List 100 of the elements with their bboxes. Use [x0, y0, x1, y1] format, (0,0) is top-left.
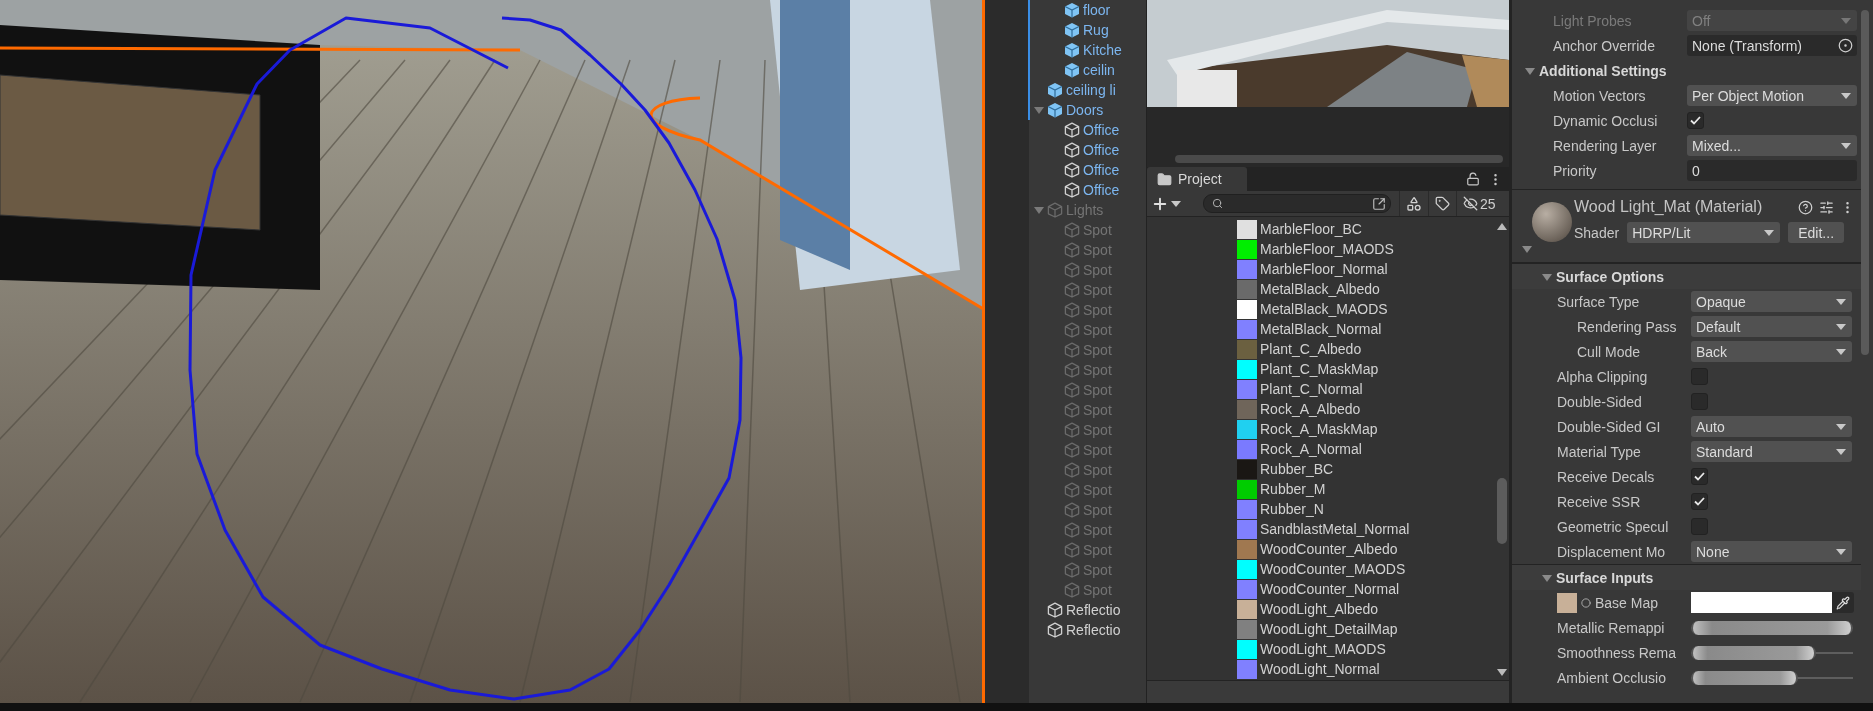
texture-thumbnail[interactable] [1557, 592, 1577, 613]
caret-icon [1841, 142, 1851, 149]
eyedropper-button[interactable] [1832, 592, 1854, 613]
cube-outline-icon [1047, 202, 1063, 218]
cube-outline-icon [1064, 482, 1080, 498]
asset-item[interactable]: WoodCounter_MAODS [1237, 559, 1495, 579]
asset-item[interactable]: WoodLight_DetailMap [1237, 619, 1495, 639]
asset-item[interactable]: MarbleFloor_Normal [1237, 259, 1495, 279]
edit-button[interactable]: Edit... [1788, 222, 1845, 243]
asset-item[interactable]: WoodCounter_Normal [1237, 579, 1495, 599]
dropdown[interactable]: Auto [1691, 416, 1852, 437]
cube-icon [1047, 82, 1063, 98]
cube-outline-icon [1064, 222, 1080, 238]
section-title[interactable]: Surface Inputs [1556, 569, 1654, 586]
dropdown[interactable]: Back [1691, 341, 1852, 362]
dropdown[interactable]: None [1691, 541, 1852, 562]
asset-item[interactable]: Rock_A_Normal [1237, 439, 1495, 459]
asset-item[interactable]: Plant_C_MaskMap [1237, 359, 1495, 379]
expand-icon[interactable] [1372, 196, 1386, 211]
asset-item[interactable]: SandblastMetal_Normal [1237, 519, 1495, 539]
asset-item[interactable]: WoodLight_MAODS [1237, 639, 1495, 659]
object-field[interactable]: None (Transform) [1687, 35, 1857, 56]
slider-fill[interactable] [1691, 645, 1816, 660]
checkbox[interactable] [1687, 112, 1704, 129]
asset-item[interactable]: WoodLight_Albedo [1237, 599, 1495, 619]
hierarchy-item[interactable]: Office [985, 160, 1146, 180]
hidden-packages-button[interactable]: 25 [1456, 191, 1502, 216]
checkbox[interactable] [1691, 493, 1708, 510]
color-field[interactable] [1691, 592, 1832, 613]
asset-item[interactable]: MetalBlack_Normal [1237, 319, 1495, 339]
cube-outline-icon [1064, 142, 1080, 158]
cube-icon [1064, 2, 1080, 18]
dropdown[interactable]: Opaque [1691, 291, 1852, 312]
cube-outline-icon [1047, 602, 1063, 618]
foldout-arrow-icon[interactable] [1522, 244, 1532, 254]
hierarchy-item[interactable]: Rug [985, 20, 1146, 40]
dropdown[interactable]: Per Object Motion [1687, 85, 1857, 106]
expand-arrow-icon[interactable] [1033, 105, 1044, 115]
asset-item[interactable]: WoodLight_Normal [1237, 659, 1495, 679]
foldout-arrow-icon[interactable] [1525, 65, 1535, 76]
dropdown[interactable]: Default [1691, 316, 1852, 337]
cube-outline-icon [1064, 162, 1080, 178]
asset-item[interactable]: MetalBlack_Albedo [1237, 279, 1495, 299]
section-title[interactable]: Additional Settings [1539, 62, 1667, 79]
asset-item[interactable]: Rock_A_MaskMap [1237, 419, 1495, 439]
cube-outline-icon [1064, 402, 1080, 418]
foldout-arrow-icon[interactable] [1542, 271, 1552, 282]
hierarchy-item[interactable]: Reflectio [985, 600, 1146, 620]
lock-icon[interactable] [1466, 172, 1480, 186]
search-field[interactable] [1203, 194, 1391, 213]
hierarchy-item[interactable]: ceilin [985, 60, 1146, 80]
vertical-scrollbar[interactable] [1497, 478, 1507, 544]
hierarchy-item[interactable]: ceiling li [985, 80, 1146, 100]
caret-icon [1841, 92, 1851, 99]
help-icon[interactable] [1798, 199, 1813, 215]
cube-icon [1064, 42, 1080, 58]
field-label: Rendering Layer [1553, 137, 1658, 154]
hierarchy-item[interactable]: Doors [985, 100, 1146, 120]
slider-fill[interactable] [1691, 620, 1853, 635]
asset-item[interactable]: Rock_A_Albedo [1237, 399, 1495, 419]
scroll-up-icon[interactable] [1497, 223, 1507, 230]
number-field[interactable]: 0 [1687, 160, 1857, 181]
circle-icon[interactable] [1581, 597, 1591, 608]
vertical-scrollbar[interactable] [1861, 10, 1869, 355]
project-tab[interactable]: Project [1147, 167, 1247, 191]
checkbox[interactable] [1691, 468, 1708, 485]
material-preview [1532, 202, 1572, 242]
asset-item[interactable]: Rubber_N [1237, 499, 1495, 519]
presets-icon[interactable] [1819, 199, 1834, 215]
dropdown[interactable]: Mixed... [1687, 135, 1857, 156]
asset-item[interactable]: Plant_C_Albedo [1237, 339, 1495, 359]
cube-outline-icon [1047, 622, 1063, 638]
target-icon[interactable] [1838, 38, 1853, 53]
horizontal-scrollbar[interactable] [1175, 155, 1503, 163]
caret-icon [1836, 348, 1846, 355]
hierarchy-item[interactable]: Reflectio [985, 620, 1146, 640]
dropdown[interactable]: Standard [1691, 441, 1852, 462]
hierarchy-item[interactable]: Office [985, 180, 1146, 200]
asset-item[interactable]: MarbleFloor_MAODS [1237, 239, 1495, 259]
asset-item[interactable]: Rubber_BC [1237, 459, 1495, 479]
scroll-down-icon[interactable] [1497, 669, 1507, 676]
hierarchy-item[interactable]: Kitche [985, 40, 1146, 60]
asset-item[interactable]: WoodCounter_Albedo [1237, 539, 1495, 559]
caret-icon [1836, 323, 1846, 330]
scene-viewport[interactable] [0, 0, 985, 703]
slider-fill[interactable] [1691, 670, 1798, 685]
asset-item[interactable]: MarbleFloor_BC [1237, 219, 1495, 239]
caret-icon [1841, 17, 1851, 24]
hierarchy-item[interactable]: Office [985, 140, 1146, 160]
foldout-arrow-icon[interactable] [1542, 572, 1552, 583]
asset-item[interactable]: Rubber_M [1237, 479, 1495, 499]
shader-dropdown[interactable]: HDRP/Lit [1627, 222, 1781, 243]
field-label: Surface Type [1557, 293, 1641, 310]
hierarchy-item[interactable]: floor [985, 0, 1146, 20]
hierarchy-item[interactable]: Office [985, 120, 1146, 140]
asset-item[interactable]: Plant_C_Normal [1237, 379, 1495, 399]
asset-item[interactable]: MetalBlack_MAODS [1237, 299, 1495, 319]
cube-icon [1047, 102, 1063, 118]
field-label: Cull Mode [1577, 343, 1642, 360]
cube-outline-icon [1064, 442, 1080, 458]
